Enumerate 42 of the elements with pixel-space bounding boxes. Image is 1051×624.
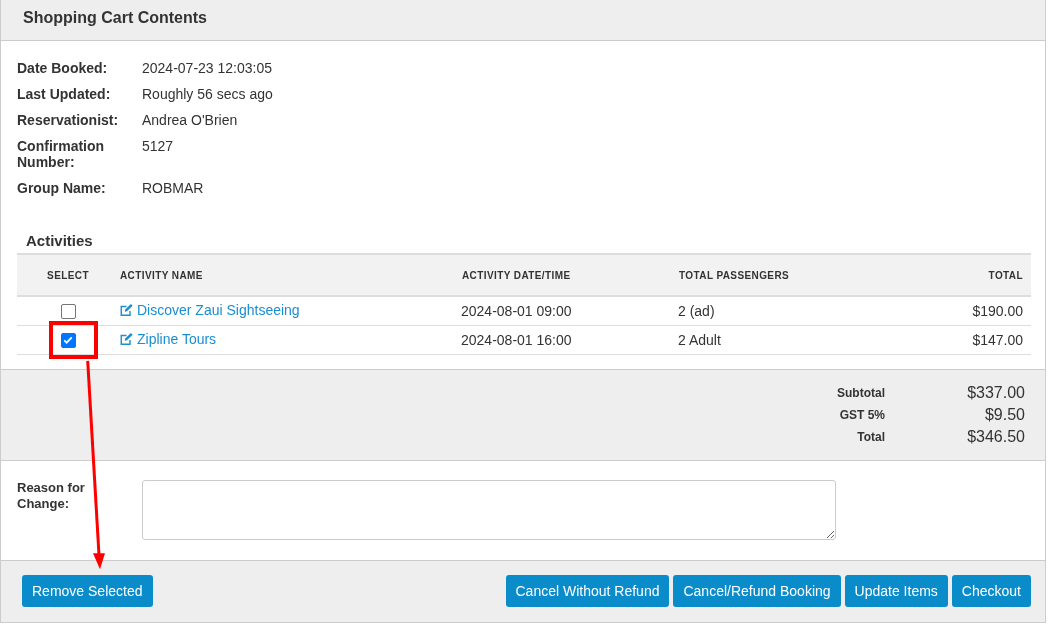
table-cell: 2024-08-01 09:00 [461,302,572,319]
detail-label: Date Booked: [17,60,109,76]
activity-link[interactable]: Zipline Tours [119,330,217,347]
reason-field[interactable] [142,479,836,540]
detail-value: 2024-07-23 12:03:05 [142,60,273,76]
detail-label: Confirmation Number: [17,138,106,170]
column-header: SELECT [17,254,119,296]
panel-title: Shopping Cart Contents [23,9,207,26]
section-title: Activities [26,232,94,248]
table-cell: 2 Adult [678,331,721,348]
checkbox[interactable] [60,304,76,320]
table-cell: 2 (ad) [678,302,715,319]
column-header: ACTIVITY NAME [119,254,461,296]
total-label: Subtotal [837,384,885,402]
edit-icon [119,331,134,346]
action-button[interactable]: Cancel Without Refund [505,575,670,608]
column-header: TOTAL [909,254,1031,296]
table-cell: $190.00 [972,302,1023,319]
detail-value: Roughly 56 secs ago [142,86,274,102]
table-cell: 2024-08-01 16:00 [461,331,572,348]
detail-value: ROBMAR [142,180,205,196]
action-button[interactable]: Update Items [844,575,948,608]
action-button[interactable]: Checkout [951,575,1031,608]
total-value: $9.50 [983,404,1025,425]
column-header: ACTIVITY DATE/TIME [461,254,678,296]
detail-label: Last Updated: [17,86,112,102]
field-label: Reason for Change: [17,479,86,513]
remove-button[interactable]: Remove Selected [22,575,153,608]
total-label: Total [856,428,885,446]
detail-label: Group Name: [17,180,107,196]
action-button[interactable]: Cancel/Refund Booking [673,575,841,608]
detail-value: Andrea O'Brien [142,112,239,128]
detail-value: 5127 [142,138,175,156]
edit-icon [119,302,134,317]
column-header: TOTAL PASSENGERS [678,254,910,296]
total-value: $337.00 [966,382,1025,403]
total-value: $346.50 [966,426,1025,447]
checkbox[interactable] [60,332,76,348]
total-label: GST 5% [838,406,885,424]
detail-label: Reservationist: [17,112,117,128]
table-cell: $147.00 [972,331,1023,348]
activity-link[interactable]: Discover Zaui Sightseeing [119,301,300,318]
